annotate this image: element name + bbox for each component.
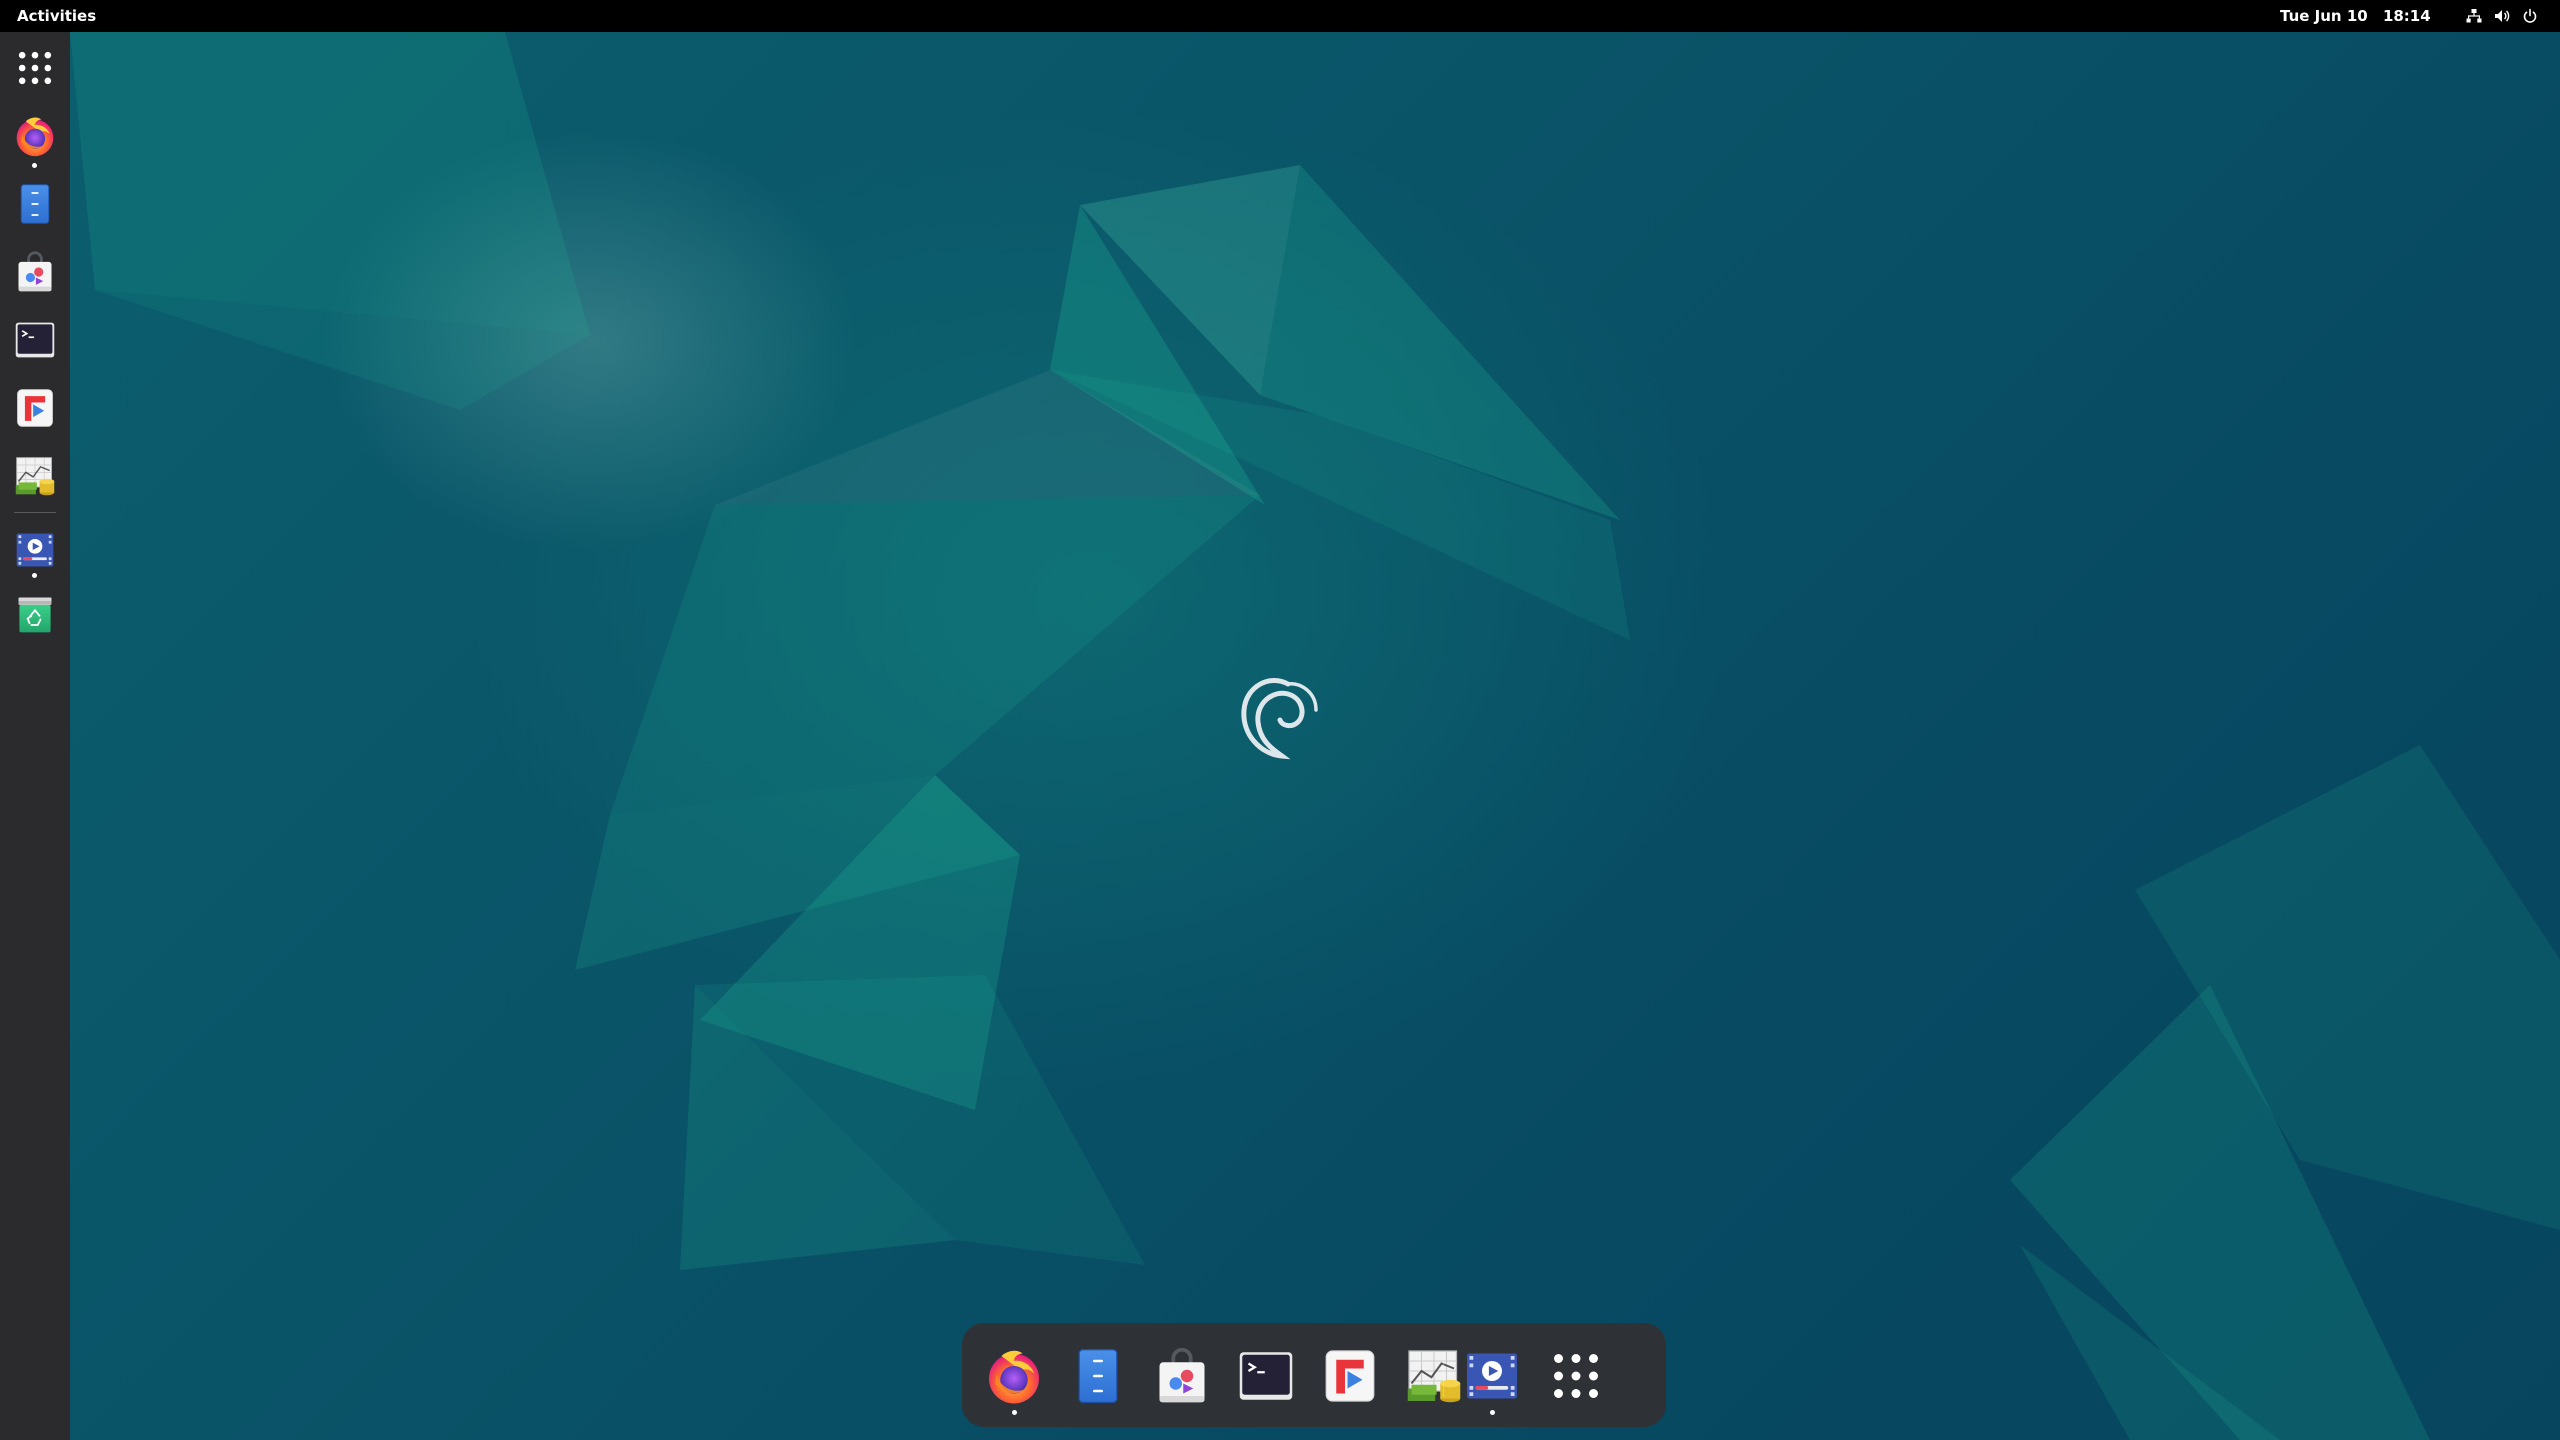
software-icon (1152, 1346, 1212, 1406)
clock-button[interactable]: Tue Jun 10 18:14 (2280, 0, 2431, 32)
show-apps-button[interactable] (1546, 1346, 1606, 1406)
bottom-dock (962, 1323, 1666, 1427)
dash-separator (14, 512, 56, 513)
flathub-icon (1320, 1346, 1380, 1406)
terminal-icon (1236, 1346, 1296, 1406)
running-indicator (1490, 1410, 1495, 1415)
dash-item-finance[interactable] (13, 454, 57, 498)
text-editor-icon (1068, 1346, 1128, 1406)
finance-icon (13, 454, 57, 498)
system-tray[interactable] (2466, 0, 2538, 32)
software-icon (13, 250, 57, 294)
dock-separator (1443, 1353, 1444, 1397)
dock-item-finance[interactable] (1404, 1346, 1464, 1406)
dock-item-flathub[interactable] (1320, 1346, 1380, 1406)
dash-item-firefox[interactable] (13, 114, 57, 158)
dash-item-video-player[interactable] (13, 528, 57, 572)
running-indicator (32, 573, 37, 578)
running-indicator (32, 163, 37, 168)
show-apps-button[interactable] (13, 46, 57, 90)
debian-swirl-icon (1241, 677, 1318, 760)
activities-button[interactable]: Activities (17, 0, 96, 32)
dock-item-firefox[interactable] (984, 1346, 1044, 1406)
trash-icon (13, 592, 57, 636)
top-bar: Activities Tue Jun 10 18:14 (0, 0, 2560, 32)
dash-item-software[interactable] (13, 250, 57, 294)
dash-item-terminal[interactable] (13, 318, 57, 362)
flathub-icon (13, 386, 57, 430)
dash-item-flathub[interactable] (13, 386, 57, 430)
firefox-icon (984, 1346, 1044, 1406)
dock-item-software[interactable] (1152, 1346, 1212, 1406)
dock-item-text-editor[interactable] (1068, 1346, 1128, 1406)
clock-date: Tue Jun 10 (2280, 7, 2368, 25)
video-player-icon (1462, 1346, 1522, 1406)
dock-item-terminal[interactable] (1236, 1346, 1296, 1406)
network-icon (2466, 9, 2482, 23)
running-indicator (1012, 1410, 1017, 1415)
finance-icon (1404, 1346, 1464, 1406)
text-editor-icon (13, 182, 57, 226)
terminal-icon (13, 318, 57, 362)
clock-time: 18:14 (2382, 7, 2431, 25)
volume-icon (2495, 10, 2510, 22)
firefox-icon (13, 114, 57, 158)
video-player-icon (13, 528, 57, 572)
dash-item-trash[interactable] (13, 592, 57, 636)
app-grid-icon (1546, 1346, 1606, 1406)
dash-item-text-editor[interactable] (13, 182, 57, 226)
app-grid-icon (13, 46, 57, 90)
power-icon (2523, 8, 2537, 23)
left-dash (0, 32, 70, 1440)
dock-item-video-player[interactable] (1462, 1346, 1522, 1406)
